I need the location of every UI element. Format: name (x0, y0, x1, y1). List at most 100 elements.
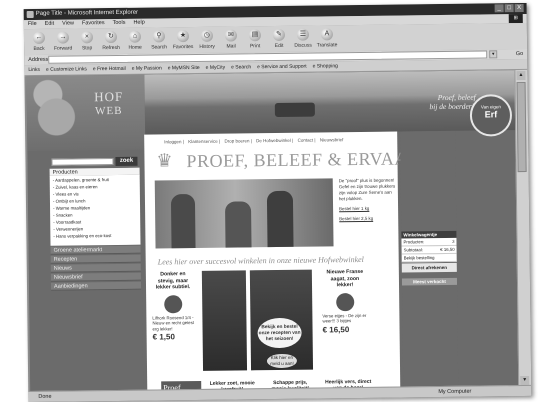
ie-icon (26, 10, 34, 19)
link-item[interactable]: Free Hotmail (93, 64, 126, 74)
mail-button[interactable]: ✉ Mail (220, 26, 242, 52)
person-figure (266, 190, 294, 248)
links-label: Links (28, 66, 41, 74)
menu-view[interactable]: View (62, 19, 74, 28)
header-apples-image: HOF WEB (26, 74, 146, 152)
scroll-thumb[interactable] (516, 81, 527, 173)
recipe-photo-tile[interactable] (201, 270, 248, 371)
erf-badge: Van eigen Erf (469, 94, 513, 137)
refresh-button[interactable]: ↻ Refresh (100, 28, 122, 54)
windows-logo-icon: ⊞ (508, 13, 523, 24)
link-item[interactable]: Customize Links (46, 64, 87, 74)
go-button[interactable]: Go (516, 49, 523, 59)
signup-bubble[interactable]: Klik hier en meld u aan! (266, 353, 298, 369)
headline-banner: ♛ PROEF, BELEEF & ERVAAR! (148, 146, 427, 175)
main-content: Inloggen Klantenservice Drop boeren De H… (144, 131, 427, 393)
feature-text: De "proof" plus is begonnen! Gefel en zi… (339, 178, 398, 223)
product-image (336, 292, 355, 311)
site-search-button[interactable]: zoek (115, 156, 138, 166)
chevron-down-icon[interactable]: ▾ (489, 50, 498, 59)
product-tile-jars[interactable]: Nieuwe Franse aagat, zoon lekker! Verse … (322, 269, 369, 370)
bestsellers-title: Meest verkocht (401, 277, 458, 286)
security-zone: My Computer (438, 388, 472, 396)
search-button[interactable]: ⚲ Search (148, 27, 170, 53)
link-item[interactable]: Service and Support (257, 62, 307, 73)
minimize-button[interactable]: _ (494, 4, 504, 13)
history-icon: ◷ (200, 29, 214, 42)
close-button[interactable]: X (514, 3, 524, 13)
browser-window: Page Title - Microsoft Internet Explorer… (23, 2, 532, 402)
scroll-down-icon[interactable]: ▼ (520, 375, 530, 386)
crown-icon: ♛ (156, 150, 173, 171)
mail-icon: ✉ (224, 29, 238, 42)
recipe-promo-tile[interactable]: Bekijk en bestel onze recepten van het s… (249, 269, 314, 371)
back-arrow-icon: ← (32, 31, 46, 44)
product-image (164, 294, 183, 313)
link-item[interactable]: Shopping (313, 61, 338, 71)
tractor-image (274, 102, 315, 118)
print-icon: ▤ (248, 29, 262, 42)
edit-button[interactable]: ✎ Edit (268, 26, 290, 52)
product-tile-bread[interactable]: Donker en stevig, maar lekker subtiel. L… (152, 271, 195, 372)
translate-button[interactable]: A Translate (316, 25, 338, 51)
top-navigation: Inloggen Klantenservice Drop boeren De H… (144, 132, 397, 145)
page-viewport: HOF WEB Proef, beleef bij de boerderij V… (26, 70, 520, 393)
recipe-bubble[interactable]: Bekijk en bestel onze recepten van het s… (257, 317, 302, 349)
feature-photo[interactable] (154, 178, 334, 249)
menu-favorites[interactable]: Favorites (82, 19, 105, 28)
edit-icon: ✎ (272, 28, 286, 42)
nav-groene[interactable]: Groene ateliermarkt (50, 245, 141, 255)
topnav-hofwebwinkel[interactable]: De Hofwebwinkel (256, 138, 293, 143)
print-button[interactable]: ▤ Print (244, 26, 266, 52)
nav-aanbiedingen[interactable]: Aanbiedingen (50, 281, 142, 291)
nav-nieuwsbrief[interactable]: Nieuwsbrief (50, 272, 141, 282)
maximize-button[interactable]: □ (504, 4, 514, 13)
order-link-1kg[interactable]: Bestel hier 1 kg (339, 206, 397, 213)
checkout-button[interactable]: Direct afrekenen (401, 262, 457, 273)
promo-banner[interactable]: Lees hier over succesvol winkelen in onz… (158, 255, 364, 267)
scroll-up-icon[interactable]: ▲ (516, 70, 526, 81)
forward-button[interactable]: → Forward (52, 28, 74, 54)
site-search-input[interactable] (51, 158, 114, 166)
menu-tools[interactable]: Tools (113, 19, 126, 28)
menu-edit[interactable]: Edit (45, 20, 55, 29)
header-field-image: Proef, beleef bij de boerderij Van eigen… (144, 70, 517, 137)
right-column: Winkelwagentje Producten: 3 Subtotaal: € 1… (400, 130, 459, 388)
topnav-inloggen[interactable]: Inloggen (164, 139, 184, 144)
product-sublist: Aardappelen, groente & fruit Zuivel, kaa… (49, 174, 141, 246)
left-navigation: zoek Producten Aardappelen, groente & fr… (27, 149, 144, 393)
vertical-scrollbar[interactable]: ▲ ▼ (514, 69, 532, 387)
window-title: Page Title - Microsoft Internet Explorer (35, 9, 139, 17)
stop-icon: × (80, 31, 94, 44)
history-button[interactable]: ◷ History (196, 27, 218, 53)
product-price: € 1,50 (152, 332, 175, 342)
site-logo[interactable]: HOF WEB (85, 89, 134, 132)
star-icon: ★ (176, 30, 190, 43)
link-item[interactable]: MyCity (206, 63, 226, 73)
home-button[interactable]: ⌂ Home (124, 28, 146, 54)
cart-row[interactable]: Bekijk bestelling (401, 253, 457, 263)
order-link-2-5kg[interactable]: Bestel hier 2,5 kg (339, 216, 397, 223)
topnav-klantenservice[interactable]: Klantenservice (188, 139, 220, 144)
menu-file[interactable]: File (28, 20, 37, 29)
product-price: € 16,50 (322, 324, 350, 334)
nav-recepten[interactable]: Recepten (50, 254, 141, 264)
nav-nieuws[interactable]: Nieuws (50, 263, 141, 273)
home-icon: ⌂ (128, 30, 142, 43)
status-text: Done (38, 393, 52, 400)
favorites-button[interactable]: ★ Favorites (172, 27, 194, 53)
topnav-nieuwsbrief[interactable]: Nieuwsbrief (320, 137, 344, 142)
discuss-button[interactable]: ☰ Discuss (292, 26, 314, 52)
address-label: Address (28, 56, 49, 64)
back-button[interactable]: ← Back (28, 29, 50, 55)
topnav-contact[interactable]: Contact (298, 138, 316, 143)
link-item[interactable]: Search (231, 62, 251, 72)
nav-subitem[interactable]: Hans verpakking en eco-kost (53, 232, 140, 240)
link-item[interactable]: My Passion (132, 63, 162, 73)
refresh-icon: ↻ (104, 30, 118, 44)
stop-button[interactable]: × Stop (76, 28, 98, 54)
topnav-drop-boeren[interactable]: Drop boeren (224, 138, 252, 143)
page-headline: PROEF, BELEEF & ERVAAR! (186, 148, 427, 172)
link-item[interactable]: MyMSN Site (168, 63, 200, 73)
menu-help[interactable]: Help (133, 19, 144, 28)
